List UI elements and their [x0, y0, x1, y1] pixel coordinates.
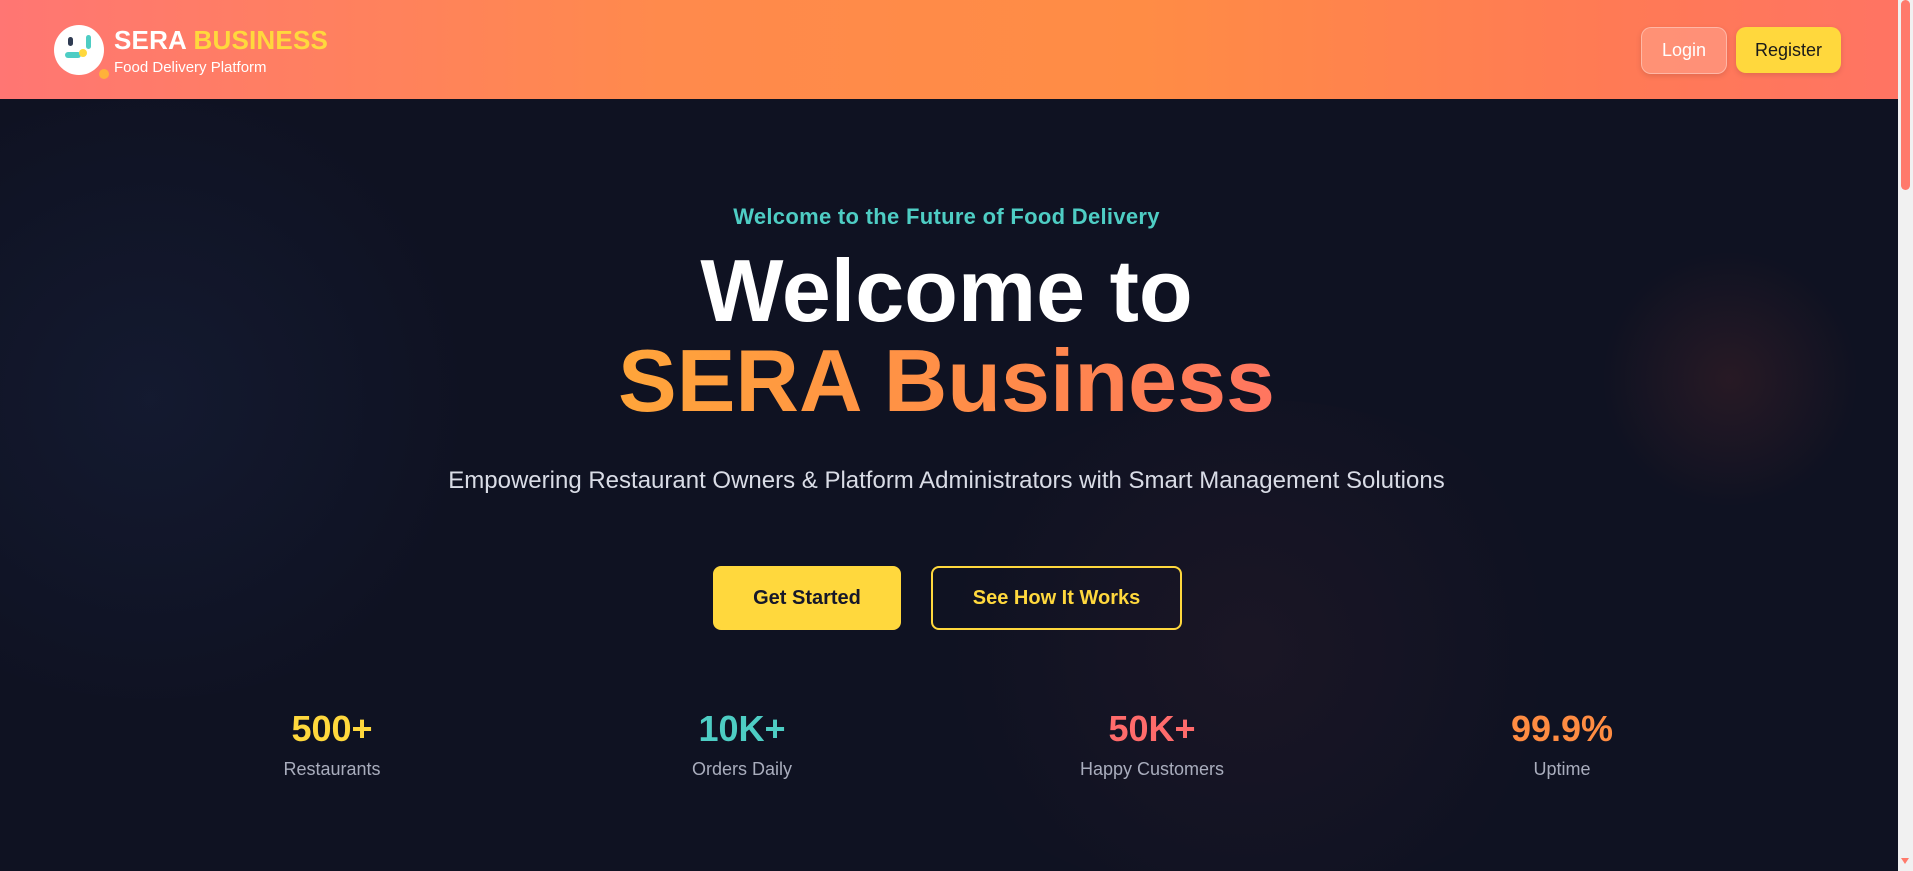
hero-section: Welcome to the Future of Food Delivery W… [0, 99, 1898, 871]
hero-title-gradient-text: SERA Business [618, 331, 1275, 430]
get-started-button[interactable]: Get Started [713, 566, 901, 630]
brand-name[interactable]: SERA BUSINESS [114, 25, 328, 56]
page: SERA BUSINESS Food Delivery Platform Log… [0, 0, 1898, 871]
stat-label: Uptime [1533, 758, 1591, 779]
hero-eyebrow: Welcome to the Future of Food Delivery [733, 204, 1160, 229]
stat-value: 10K+ [698, 708, 786, 749]
stat-orders-daily: 10K+ Orders Daily [592, 709, 892, 780]
stat-restaurants: 500+ Restaurants [182, 709, 482, 780]
brand-accent: BUSINESS [193, 25, 329, 55]
logo-status-dot [99, 69, 109, 79]
register-button[interactable]: Register [1736, 27, 1841, 73]
hero-title-line1: Welcome to [700, 241, 1193, 340]
stat-value: 50K+ [1108, 708, 1196, 749]
hero-title-line2: SERA Business [0, 337, 1893, 425]
stat-label: Restaurants [283, 758, 381, 779]
stat-value: 99.9% [1510, 708, 1614, 749]
page-scrollbar[interactable] [1898, 0, 1913, 871]
stat-value: 500+ [291, 708, 373, 749]
stat-happy-customers: 50K+ Happy Customers [1002, 709, 1302, 780]
see-how-it-works-button[interactable]: See How It Works [931, 566, 1182, 630]
sera-logo-icon[interactable] [54, 25, 104, 75]
scrollbar-thumb[interactable] [1901, 0, 1910, 190]
hero-subtitle: Empowering Restaurant Owners & Platform … [448, 467, 1445, 494]
brand-primary: SERA [114, 25, 187, 55]
top-navbar: SERA BUSINESS Food Delivery Platform Log… [0, 0, 1898, 99]
brand-tagline: Food Delivery Platform [114, 59, 267, 76]
stat-uptime: 99.9% Uptime [1412, 709, 1712, 780]
stat-label: Happy Customers [1079, 758, 1225, 779]
login-button[interactable]: Login [1641, 27, 1727, 74]
scroll-down-arrow-icon[interactable] [1901, 858, 1909, 864]
stat-label: Orders Daily [691, 758, 793, 779]
